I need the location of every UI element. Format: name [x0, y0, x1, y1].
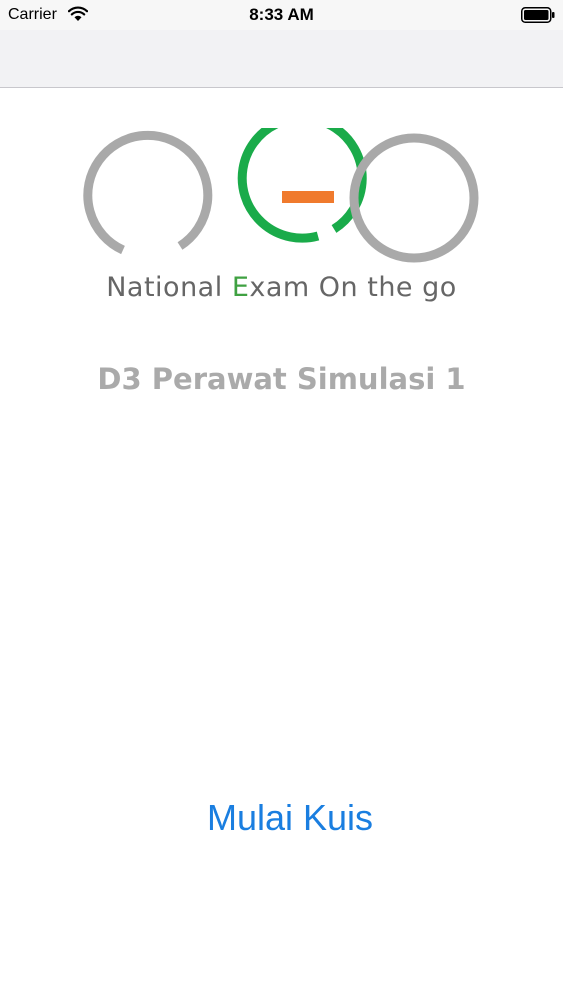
- tagline-highlight: E: [231, 272, 250, 303]
- logo-e-bar: [282, 191, 334, 203]
- logo-letter-e: [237, 128, 367, 243]
- tagline-suffix: xam On the go: [249, 272, 457, 303]
- logo-letter-n: [83, 130, 213, 255]
- status-time: 8:33 AM: [249, 5, 314, 24]
- navigation-bar: [0, 30, 563, 88]
- status-bar: Carrier 8:33 AM: [0, 0, 563, 30]
- app-screen: Carrier 8:33 AM National Exam On the go …: [0, 0, 563, 1000]
- logo-tagline: National Exam On the go: [0, 272, 563, 303]
- tagline-prefix: National: [106, 272, 232, 303]
- logo-letter-o: [349, 133, 479, 263]
- quiz-title: D3 Perawat Simulasi 1: [97, 362, 466, 396]
- battery-icon: [521, 7, 555, 23]
- start-quiz-button[interactable]: Mulai Kuis: [180, 790, 400, 846]
